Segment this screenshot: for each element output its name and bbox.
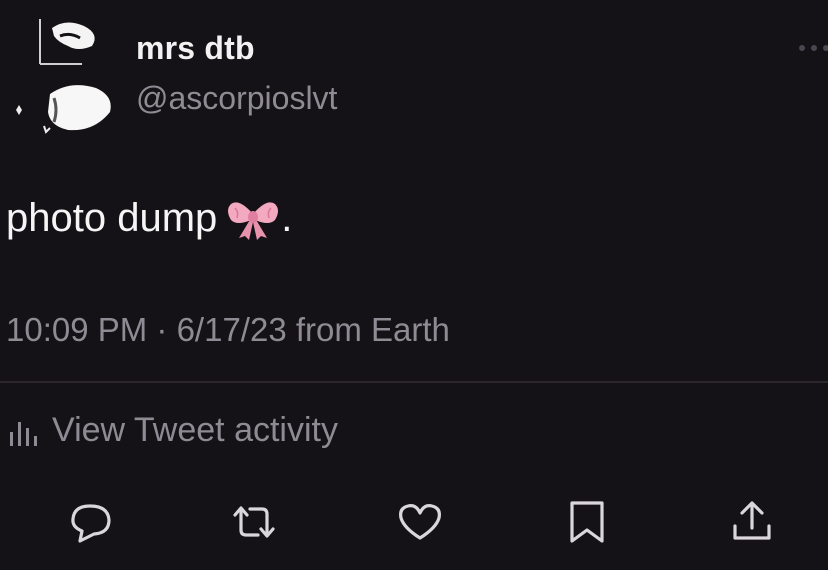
- divider: [0, 381, 828, 383]
- heart-icon: [396, 498, 444, 546]
- reply-button[interactable]: [68, 498, 116, 546]
- view-tweet-activity-link[interactable]: View Tweet activity: [8, 408, 338, 452]
- like-button[interactable]: [396, 498, 444, 546]
- reply-icon: [68, 498, 116, 546]
- more-options-icon[interactable]: [796, 32, 828, 60]
- view-tweet-activity-label: View Tweet activity: [52, 410, 338, 449]
- bookmark-button[interactable]: [563, 498, 611, 546]
- retweet-button[interactable]: [230, 498, 278, 546]
- user-handle[interactable]: @ascorpioslvt: [136, 80, 337, 117]
- display-name[interactable]: mrs dtb: [136, 30, 255, 67]
- bookmark-icon: [563, 498, 611, 546]
- tweet-timestamp[interactable]: 10:09 PM · 6/17/23 from Earth: [6, 311, 450, 349]
- share-icon: [728, 498, 776, 546]
- retweet-icon: [230, 498, 278, 546]
- bow-emoji-icon: [225, 194, 281, 242]
- tweet-text-body: photo dump: [6, 195, 218, 240]
- bar-chart-icon: [8, 416, 38, 446]
- tweet-text-suffix: .: [281, 195, 293, 240]
- share-button[interactable]: [728, 498, 776, 546]
- avatar[interactable]: [10, 14, 120, 138]
- tweet-text: photo dump .: [6, 194, 292, 242]
